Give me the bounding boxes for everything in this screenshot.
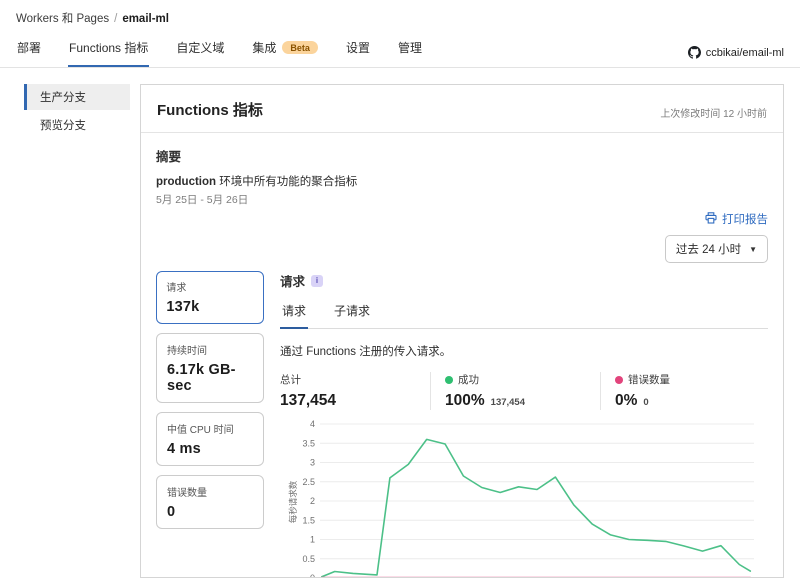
sidebar-item-preview-branch[interactable]: 预览分支 <box>24 112 130 138</box>
print-report-label: 打印报告 <box>722 211 768 227</box>
metric-label: 请求 <box>166 279 253 294</box>
tab-label: 部署 <box>17 39 41 56</box>
page-title: Functions 指标 <box>157 99 263 120</box>
summary-description: 环境中所有功能的聚合指标 <box>219 176 357 188</box>
success-dot-icon <box>445 376 453 384</box>
metric-value: 6.17k GB-sec <box>167 362 253 394</box>
stat-total: 总计 137,454 <box>280 372 430 410</box>
error-dot-icon <box>615 376 623 384</box>
subtab-requests[interactable]: 请求 <box>280 300 308 329</box>
metric-value: 137k <box>166 299 253 315</box>
sidebar-item-production-branch[interactable]: 生产分支 <box>24 84 130 110</box>
stat-success: 成功 100% 137,454 <box>430 372 600 410</box>
stat-errors: 错误数量 0% 0 <box>600 372 670 410</box>
date-range-label: 5月 25日 - 5月 26日 <box>156 192 768 207</box>
tab-label: 设置 <box>346 39 370 56</box>
stat-sub-value: 0 <box>643 397 648 408</box>
stat-sub-value: 137,454 <box>491 397 525 408</box>
summary-block: 摘要 production 环境中所有功能的聚合指标 5月 25日 - 5月 2… <box>156 146 768 207</box>
svg-text:3: 3 <box>310 458 315 468</box>
svg-text:0: 0 <box>310 573 315 578</box>
panel-header: Functions 指标 上次修改时间 12 小时前 <box>141 85 783 133</box>
subtab-subrequests[interactable]: 子请求 <box>332 300 372 329</box>
github-repo-link[interactable]: ccbikai/email-ml <box>688 46 784 67</box>
breadcrumb: Workers 和 Pages / email-ml <box>0 0 800 28</box>
github-icon <box>688 46 701 59</box>
requests-description: 通过 Functions 注册的传入请求。 <box>280 343 768 359</box>
metric-value: 4 ms <box>167 441 253 457</box>
tab-custom-domains[interactable]: 自定义域 <box>175 32 225 67</box>
metric-card-duration[interactable]: 持续时间 6.17k GB-sec <box>156 333 264 403</box>
tab-label: 管理 <box>398 39 422 56</box>
panel-body: 摘要 production 环境中所有功能的聚合指标 5月 25日 - 5月 2… <box>141 133 783 578</box>
info-icon[interactable]: i <box>311 275 323 287</box>
tab-label: Functions 指标 <box>69 39 148 56</box>
stat-label: 总计 <box>280 372 301 387</box>
tab-integrations[interactable]: 集成 Beta <box>251 32 319 67</box>
requests-detail: 请求 i 请求 子请求 通过 Functions 注册的传入请求。 总计 137… <box>280 271 768 578</box>
svg-text:2: 2 <box>310 496 315 506</box>
top-tab-bar: 部署 Functions 指标 自定义域 集成 Beta 设置 管理 ccbik… <box>0 32 800 68</box>
environment-name: production <box>156 176 216 188</box>
stat-label: 成功 <box>458 372 479 387</box>
stat-label: 错误数量 <box>628 372 670 387</box>
tab-settings[interactable]: 设置 <box>345 32 371 67</box>
breadcrumb-separator: / <box>114 13 117 25</box>
svg-text:0.5: 0.5 <box>302 554 315 564</box>
requests-stats: 总计 137,454 成功 100% 137,454 错误数量 0% 0 <box>280 372 768 410</box>
functions-metrics-panel: Functions 指标 上次修改时间 12 小时前 摘要 production… <box>140 84 784 578</box>
metric-label: 中值 CPU 时间 <box>167 421 253 436</box>
report-controls: 打印报告 过去 24 小时 ▼ <box>156 211 768 263</box>
chevron-down-icon: ▼ <box>749 245 757 254</box>
repo-name: ccbikai/email-ml <box>706 47 784 59</box>
last-modified-label: 上次修改时间 12 小时前 <box>660 105 767 120</box>
requests-chart-area: 每秒请求数 00.511.522.533.5409:0012:0015:0018… <box>280 416 768 578</box>
requests-heading: 请求 i <box>280 271 768 290</box>
printer-icon <box>705 212 717 227</box>
svg-text:4: 4 <box>310 419 315 429</box>
summary-heading: 摘要 <box>156 146 768 165</box>
svg-text:1: 1 <box>310 535 315 545</box>
print-report-link[interactable]: 打印报告 <box>705 211 768 227</box>
tab-functions-metrics[interactable]: Functions 指标 <box>68 32 149 67</box>
content-layout: 生产分支 预览分支 Functions 指标 上次修改时间 12 小时前 摘要 … <box>0 68 800 578</box>
stat-value: 0% <box>615 392 637 410</box>
tab-manage[interactable]: 管理 <box>397 32 423 67</box>
requests-sub-tabs: 请求 子请求 <box>280 300 768 329</box>
time-range-dropdown[interactable]: 过去 24 小时 ▼ <box>665 235 768 263</box>
metric-card-requests[interactable]: 请求 137k <box>156 271 264 324</box>
svg-text:1.5: 1.5 <box>302 515 315 525</box>
breadcrumb-current-project: email-ml <box>122 13 169 25</box>
chart-y-axis-label: 每秒请求数 <box>287 467 299 537</box>
metric-value: 0 <box>167 504 253 520</box>
stat-value: 100% <box>445 392 485 410</box>
svg-text:3.5: 3.5 <box>302 438 315 448</box>
tab-label: 集成 <box>252 39 276 56</box>
metric-cards: 请求 137k 持续时间 6.17k GB-sec 中值 CPU 时间 4 ms… <box>156 271 264 578</box>
svg-text:2.5: 2.5 <box>302 477 315 487</box>
metrics-section: 请求 137k 持续时间 6.17k GB-sec 中值 CPU 时间 4 ms… <box>156 271 768 578</box>
branch-sidebar: 生产分支 预览分支 <box>24 84 130 578</box>
metric-card-median-cpu[interactable]: 中值 CPU 时间 4 ms <box>156 412 264 466</box>
metric-label: 错误数量 <box>167 484 253 499</box>
metric-card-errors[interactable]: 错误数量 0 <box>156 475 264 529</box>
tab-deployments[interactable]: 部署 <box>16 32 42 67</box>
requests-line-chart: 00.511.522.533.5409:0012:0015:0018:0021:… <box>290 416 762 578</box>
time-range-value: 过去 24 小时 <box>676 241 741 257</box>
stat-value: 137,454 <box>280 392 336 410</box>
metric-label: 持续时间 <box>167 342 253 357</box>
tab-label: 自定义域 <box>176 39 224 56</box>
beta-badge: Beta <box>282 41 318 54</box>
requests-heading-label: 请求 <box>280 271 305 290</box>
breadcrumb-workers-pages[interactable]: Workers 和 Pages <box>16 13 109 25</box>
